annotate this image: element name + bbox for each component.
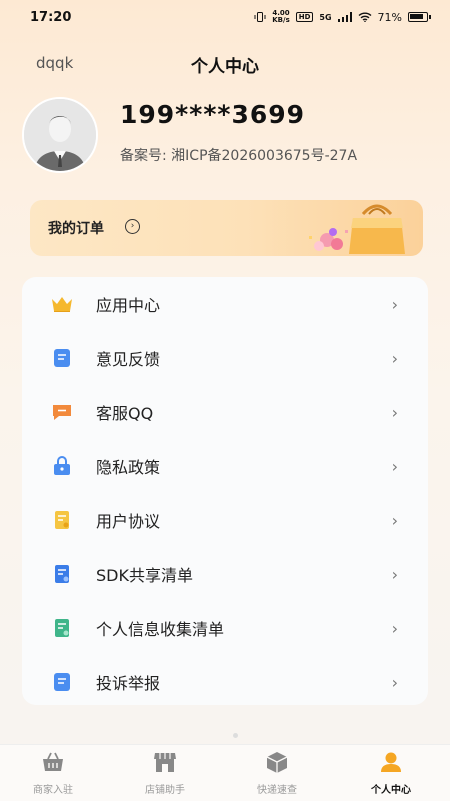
menu-item-feedback[interactable]: 意见反馈 ›: [22, 331, 428, 385]
avatar[interactable]: [22, 97, 98, 173]
shopping-bag-illustration-icon: [309, 204, 405, 254]
menu-item-label: 投诉举报: [96, 674, 161, 693]
bottom-tab-bar: 商家入驻 店铺助手 快递速查 个人中心: [0, 744, 450, 801]
menu-item-complaint-report[interactable]: 投诉举报 ›: [22, 655, 428, 709]
menu-item-label: 用户协议: [96, 512, 161, 531]
menu-item-personal-info-list[interactable]: 个人信息收集清单 ›: [22, 601, 428, 655]
net-speed-unit: KB/s: [272, 16, 290, 24]
chevron-right-circle-icon: ›: [125, 219, 140, 234]
status-bar: 17:20 4.00 KB/s HD 5G 71%: [0, 0, 450, 36]
header: dqqk 个人中心: [0, 50, 450, 78]
menu-item-user-agreement[interactable]: 用户协议 ›: [22, 493, 428, 547]
network-type: 5G: [319, 12, 332, 22]
my-orders-label: 我的订单: [48, 221, 104, 237]
chevron-right-icon: ›: [391, 295, 398, 314]
tab-personal-center[interactable]: 个人中心: [346, 751, 436, 799]
tab-express-query[interactable]: 快递速查: [232, 751, 322, 799]
menu-item-label: 隐私政策: [96, 458, 161, 477]
battery-icon: [408, 12, 431, 22]
status-time: 17:20: [30, 10, 72, 25]
hd-badge: HD: [295, 12, 314, 22]
tab-store-assistant[interactable]: 店铺助手: [120, 751, 210, 799]
battery-percent: 71%: [377, 10, 402, 24]
package-icon: [266, 752, 288, 773]
menu-item-label: 个人信息收集清单: [96, 620, 225, 639]
basket-icon: [43, 752, 63, 771]
feedback-icon: [54, 349, 70, 367]
signal-icon: [337, 12, 352, 22]
chevron-right-icon: ›: [391, 565, 398, 584]
menu-item-app-center[interactable]: 应用中心 ›: [22, 277, 428, 331]
page-indicator: [233, 733, 238, 738]
store-icon: [154, 753, 176, 772]
menu-item-customer-service-qq[interactable]: 客服QQ ›: [22, 385, 428, 439]
lock-icon: [54, 456, 70, 475]
icp-record: 备案号: 湘ICP备2026003675号-27A: [120, 148, 358, 164]
menu-item-sdk-list[interactable]: SDK共享清单 ›: [22, 547, 428, 601]
wifi-icon: [358, 12, 372, 22]
vibrate-icon: [254, 12, 266, 22]
page-title: 个人中心: [191, 57, 259, 77]
my-orders-card[interactable]: 我的订单 ›: [30, 200, 423, 256]
chevron-right-icon: ›: [391, 457, 398, 476]
tab-merchant-join[interactable]: 商家入驻: [8, 751, 98, 799]
menu-item-label: SDK共享清单: [96, 566, 193, 585]
chevron-right-icon: ›: [391, 349, 398, 368]
chat-icon: [53, 405, 71, 420]
crown-icon: [52, 297, 72, 312]
chevron-right-icon: ›: [391, 511, 398, 530]
status-icons: 4.00 KB/s HD 5G 71%: [254, 10, 431, 24]
chevron-right-icon: ›: [391, 673, 398, 692]
tab-label: 快递速查: [257, 785, 297, 796]
avatar-person-icon: [24, 99, 96, 171]
tab-label: 商家入驻: [33, 785, 73, 796]
chevron-right-icon: ›: [391, 619, 398, 638]
menu-item-label: 应用中心: [96, 296, 161, 315]
tab-label: 个人中心: [371, 785, 411, 796]
user-icon: [381, 752, 401, 772]
document-icon: [55, 511, 69, 529]
chevron-right-icon: ›: [391, 403, 398, 422]
report-icon: [54, 673, 70, 691]
menu-list: 应用中心 › 意见反馈 › 客服QQ › 隐私政策 › 用户协议 › SDK共享…: [22, 277, 428, 705]
menu-item-label: 客服QQ: [96, 404, 154, 423]
tab-label: 店铺助手: [145, 785, 185, 796]
net-speed: 4.00 KB/s: [272, 10, 289, 24]
menu-item-privacy-policy[interactable]: 隐私政策 ›: [22, 439, 428, 493]
sdk-list-icon: [55, 565, 69, 583]
user-phone: 199****3699: [120, 100, 306, 129]
personal-info-icon: [55, 619, 69, 637]
menu-item-label: 意见反馈: [96, 350, 161, 369]
